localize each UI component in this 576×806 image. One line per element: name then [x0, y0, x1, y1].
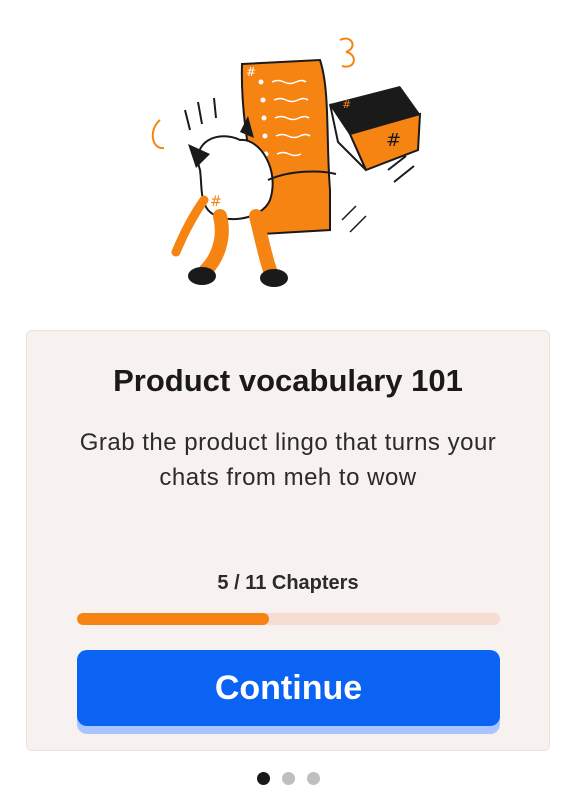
progress-bar: [77, 613, 500, 625]
course-subtitle: Grab the product lingo that turns your c…: [79, 429, 497, 491]
svg-text:#: #: [210, 194, 222, 210]
svg-text:#: #: [386, 130, 401, 151]
pagination-dots: [0, 772, 576, 785]
pagination-dot[interactable]: [281, 772, 295, 785]
progress-bar-fill: [77, 613, 270, 625]
course-title: Product vocabulary 101: [113, 363, 463, 398]
chapters-progress-label: 5 / 11 Chapters: [217, 572, 359, 594]
course-card: Product vocabulary 101 Grab the product …: [26, 330, 550, 751]
svg-text:#: #: [246, 65, 256, 79]
svg-text:#: #: [342, 98, 351, 111]
pagination-dot[interactable]: [306, 772, 320, 785]
cat-document-illustration-icon: # # # #: [151, 37, 422, 287]
continue-button[interactable]: Continue: [77, 650, 500, 726]
pagination-dot[interactable]: [256, 772, 270, 785]
